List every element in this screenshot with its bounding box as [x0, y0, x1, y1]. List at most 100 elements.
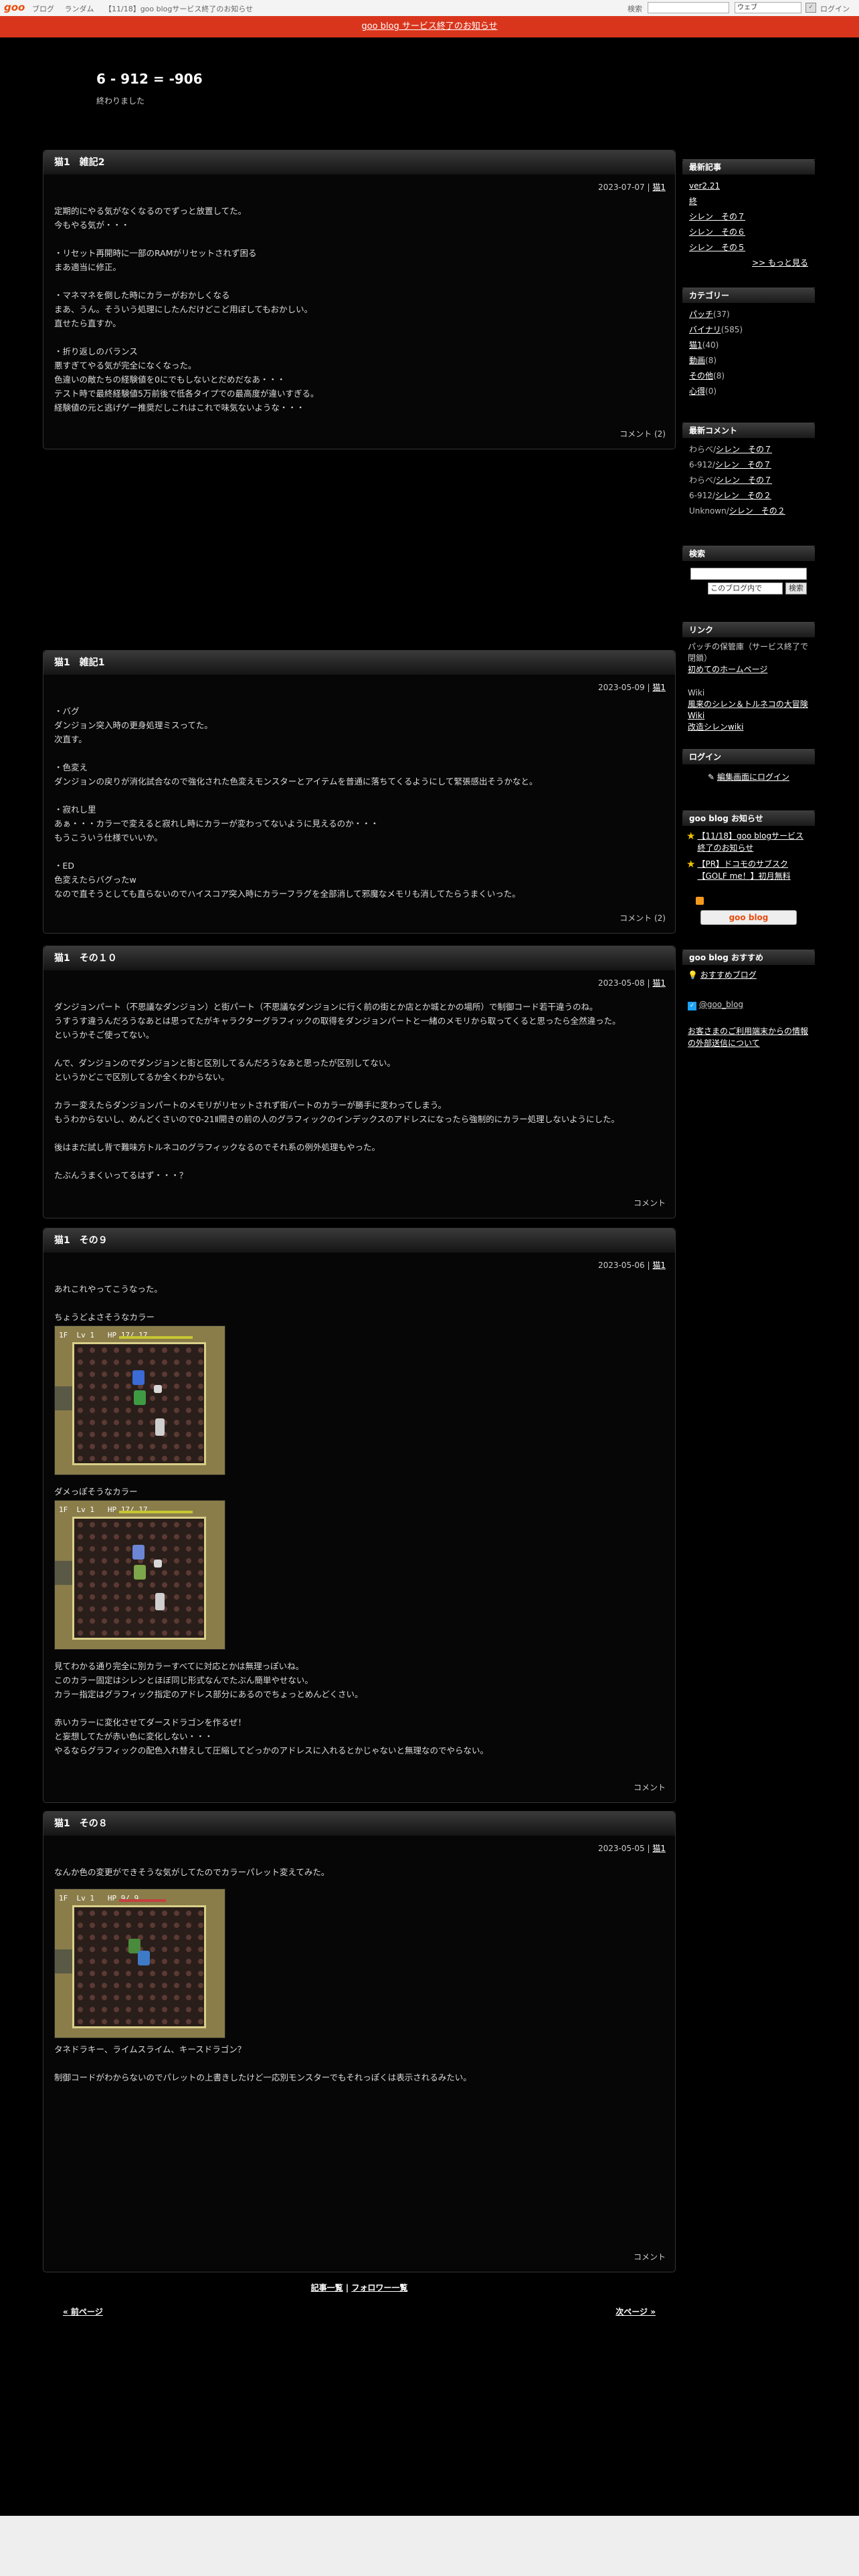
recent-post-link[interactable]: シレン その７ [689, 212, 745, 221]
category-link[interactable]: バイナリ [689, 325, 721, 334]
entry-line: 今もやる気が・・・ [54, 220, 130, 230]
links-title: リンク [682, 623, 815, 637]
category-link[interactable]: 動画 [689, 356, 705, 365]
recommend-title: goo blog おすすめ [682, 950, 815, 965]
entry-line [54, 1126, 656, 1140]
more-posts-link[interactable]: >> もっと見る [752, 258, 808, 267]
entry-line: 後はまだ試し背で難味方トルネコのグラフィックなるのでそれ系の例外処理もやった。 [54, 1142, 381, 1152]
entry-category-link[interactable]: 猫1 [652, 1844, 666, 1853]
category-link[interactable]: 心得 [689, 387, 705, 396]
recent-posts-box: 最新記事 ver2.21 終 シレン その７ シレン その６ シレン その５ >… [682, 159, 815, 275]
category-link[interactable]: その他 [689, 371, 713, 381]
goo-logo[interactable]: goo [4, 1, 25, 13]
comment-post-link[interactable]: シレン その７ [716, 475, 772, 485]
entry-line: なので直そうとしても直らないのでハイスコア突入時にカラーフラグを全部消して邪魔な… [54, 889, 520, 899]
links-box: リンク パッチの保管庫（サービス終了で閉鎖） 初めてのホームページ Wiki 風… [682, 622, 815, 737]
game-screenshot-good-color[interactable]: 1F Lv 1 HP 17/ 17 [54, 1325, 225, 1475]
entry-line: このカラー固定はシレンとほぼ同じ形式なんでたぶん簡単やせない。 [54, 1675, 313, 1685]
entry-line: うすうす違うんだろうなあとは思ってたがキャラクターグラフィックの取得をダンジョン… [54, 1016, 621, 1026]
entry-category-link[interactable]: 猫1 [652, 683, 666, 692]
page-footer [0, 2516, 859, 2576]
top-bar: goo ブログ ランダム 【11/18】goo blogサービス終了のお知らせ … [0, 0, 859, 16]
entry-line: たぶんうまくいってるはず・・・？ [54, 1170, 188, 1180]
entry-line: ダンジョンパート（不思議なダンジョン）と街パート（不思議なダンジョンに行く前の街… [54, 1002, 598, 1012]
homepage-link[interactable]: 初めてのホームページ [688, 665, 767, 674]
entry-line: ・折り返しのバランス [54, 346, 138, 356]
comment-link[interactable]: コメント (2) [619, 428, 666, 439]
entry-category-link[interactable]: 猫1 [652, 978, 666, 988]
comment-link[interactable]: コメント (2) [619, 912, 666, 924]
entry-text: 見てわかる通り完全に別カラーすべてに対応とかは無理っぽいね。 このカラー固定はシレ… [54, 1659, 656, 1757]
entry-line: と妄想してたが赤い色に変化しない・・・ [54, 1731, 213, 1741]
recommend-box: goo blog おすすめ 💡 おすすめブログ ✓ @goo_blog お客さま… [682, 950, 815, 1053]
entry-line: カラー指定はグラフィック指定のアドレス部分にあるのでちょっとめんどくさい。 [54, 1689, 363, 1699]
comment-link[interactable]: コメント [634, 2251, 666, 2262]
edit-login-link[interactable]: 編集画面にログイン [717, 772, 789, 782]
blog-search-button[interactable]: 検索 [785, 582, 807, 595]
nav-blog-link[interactable]: ブログ [32, 5, 54, 13]
entry-category-link[interactable]: 猫1 [652, 183, 666, 192]
game-screenshot-bad-color[interactable]: 1F Lv 1 HP 17/ 17 [54, 1500, 225, 1650]
entry-line [54, 232, 656, 246]
article-list-link[interactable]: 記事一覧 [311, 2283, 343, 2292]
blog-title[interactable]: 6 - 912 = -906 [96, 71, 203, 87]
blog-search-input[interactable] [690, 568, 807, 580]
entry-line: ・色変え [54, 762, 88, 772]
comment-link[interactable]: コメント [634, 1782, 666, 1793]
entry-line [54, 1296, 656, 1310]
data-transmission-link[interactable]: お客さまのご利用端末からの情報の外部送信について [688, 1027, 808, 1048]
category-link[interactable]: 猫1 [689, 340, 702, 350]
goo-pr-link[interactable]: 【PR】ドコモのサブスク【GOLF me！】初月無料 [697, 858, 811, 882]
category-link[interactable]: パッチ [689, 310, 713, 319]
rss-icon[interactable] [696, 896, 704, 905]
entry-line: ・寂れし里 [54, 804, 96, 815]
entry-line: 次直す。 [54, 734, 87, 744]
comment-post-link[interactable]: シレン その２ [729, 506, 785, 516]
goo-news-link[interactable]: 【11/18】goo blogサービス終了のお知らせ [697, 830, 811, 854]
entry-line: というかそご使ってない。 [54, 1030, 155, 1040]
goo-news-box: goo blog お知らせ ★ 【11/18】goo blogサービス終了のお知ら… [682, 811, 815, 951]
comment-post-link[interactable]: シレン その２ [715, 491, 771, 500]
entry-title[interactable]: 猫1 その８ [43, 1812, 675, 1836]
entry-line: まあ、うん。そういう処理にしたんだけどこど用ぼしてもおかしい。 [54, 304, 313, 314]
entry-title[interactable]: 猫1 その９ [43, 1228, 675, 1253]
recent-post-link[interactable]: シレン その５ [689, 243, 745, 252]
shiren-wiki-link[interactable]: 風来のシレン＆トルネコの大冒険 Wiki [688, 700, 808, 720]
entry-date: 2023-07-07 | 猫1 [597, 183, 666, 192]
notice-link[interactable]: goo blog サービス終了のお知らせ [361, 21, 497, 31]
blog-description: 終わりました [96, 96, 145, 106]
comment-post-link[interactable]: シレン その７ [715, 460, 771, 469]
entry: 猫1 その１０ 2023-05-08 | 猫1 ダンジョンパート（不思議なダンジ… [43, 946, 676, 1218]
recent-post-link[interactable]: 終 [689, 197, 697, 206]
recent-comments-title: 最新コメント [682, 423, 815, 438]
comment-link[interactable]: コメント [634, 1197, 666, 1208]
entry-title[interactable]: 猫1 雑記2 [43, 150, 675, 175]
goo-blog-button[interactable]: goo blog [700, 910, 797, 925]
next-page-link[interactable]: 次ページ » [615, 2306, 656, 2317]
entry-line [54, 746, 656, 760]
entry-line: なんか色の変更ができそうな気がしてたのでカラーパレット変えてみた。 [54, 1867, 330, 1877]
kaizou-wiki-link[interactable]: 改造シレンwiki [688, 722, 743, 732]
recent-post-link[interactable]: シレン その６ [689, 227, 745, 237]
entry-line [54, 274, 656, 288]
prev-page-link[interactable]: « 前ページ [63, 2306, 103, 2317]
search-input[interactable] [648, 2, 729, 13]
recent-post-link[interactable]: ver2.21 [689, 181, 720, 191]
entry-line: あれこれやってこうなった。 [54, 1284, 163, 1294]
entry-text: タネドラキー、ライムスライム、キースドラゴン？ 制御コードがわからないのでパレット… [54, 2042, 656, 2084]
search-scope-select[interactable]: ウェブ [735, 2, 801, 13]
blog-search-scope-select[interactable]: このブログ内で [708, 582, 783, 595]
entry-category-link[interactable]: 猫1 [652, 1261, 666, 1270]
recommend-blog-link[interactable]: おすすめブログ [700, 970, 757, 980]
game-screenshot-palette[interactable]: 1F Lv 1 HP 9/ 9 [54, 1889, 225, 2038]
login-link[interactable]: ログイン [820, 3, 850, 14]
follower-list-link[interactable]: フォロワー一覧 [351, 2283, 407, 2292]
comment-post-link[interactable]: シレン その７ [716, 445, 772, 454]
entry-title[interactable]: 猫1 その１０ [43, 946, 675, 970]
nav-notice-link[interactable]: 【11/18】goo blogサービス終了のお知らせ [104, 5, 253, 13]
entry-body: ダンジョンパート（不思議なダンジョン）と街パート（不思議なダンジョンに行く前の街… [54, 1000, 656, 1182]
entry-title[interactable]: 猫1 雑記1 [43, 651, 675, 675]
search-go-button[interactable]: ✓ [805, 3, 816, 13]
twitter-link[interactable]: @goo_blog [699, 1000, 743, 1009]
nav-random-link[interactable]: ランダム [65, 5, 94, 13]
